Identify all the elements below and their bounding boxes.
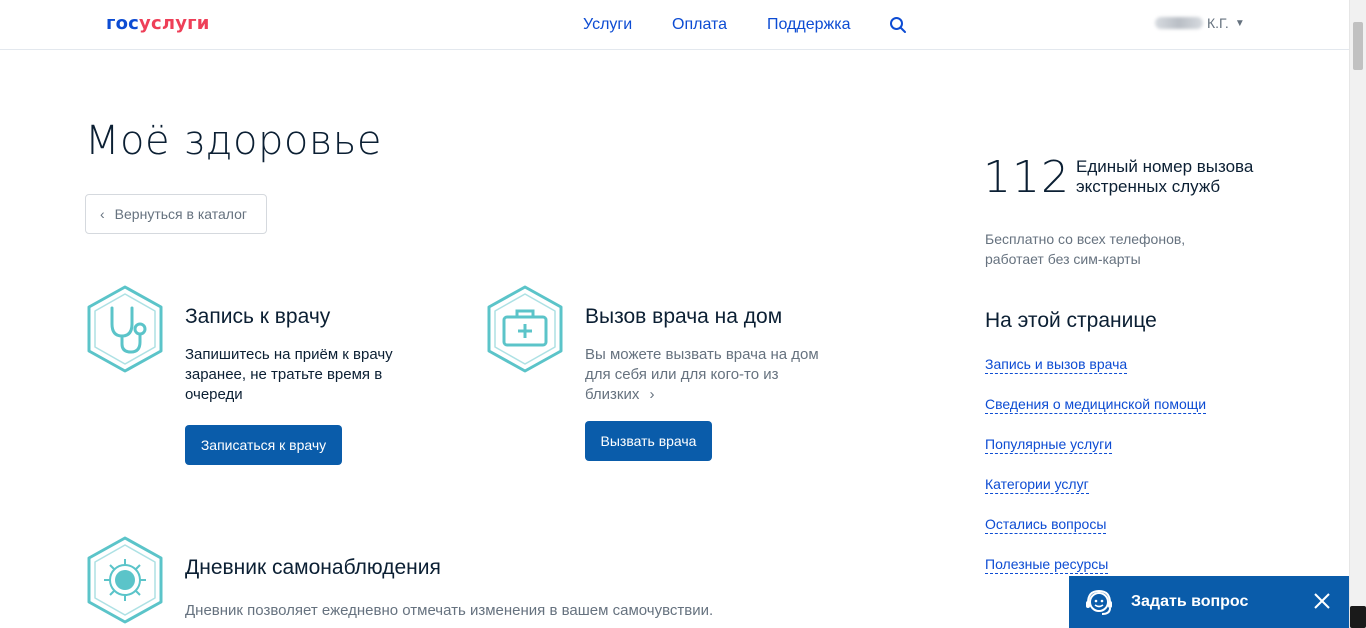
toc-link-medical-info[interactable]: Сведения о медицинской помощи (985, 396, 1207, 414)
back-to-catalog-button[interactable]: ‹ Вернуться в каталог (85, 194, 267, 234)
card-title-home-visit: Вызов врача на дом (585, 305, 783, 328)
card-desc-diary: Дневник позволяет ежедневно отмечать изм… (185, 602, 714, 619)
chevron-right-icon[interactable]: › (650, 386, 655, 403)
chevron-left-icon: ‹ (100, 206, 105, 222)
stethoscope-icon (87, 285, 163, 373)
call-doctor-button[interactable]: Вызвать врача (585, 421, 712, 461)
card-title-appointment: Запись к врачу (185, 305, 331, 328)
toc-link-popular[interactable]: Популярные услуги (985, 436, 1113, 454)
support-agent-icon (1086, 589, 1112, 615)
user-name-redacted (1155, 17, 1203, 29)
search-icon[interactable] (889, 16, 907, 34)
chevron-down-icon: ▼ (1234, 17, 1245, 29)
site-header: госуслуги Услуги Оплата Поддержка К.Г. ▼ (0, 0, 1349, 50)
card-title-diary: Дневник самонаблюдения (185, 556, 441, 579)
close-icon[interactable] (1313, 592, 1331, 610)
gosuslugi-logo[interactable]: госуслуги (106, 13, 210, 34)
nav-support[interactable]: Поддержка (767, 16, 850, 34)
back-button-label: Вернуться в каталог (114, 206, 247, 222)
card-desc-appointment: Запишитесь на приём к врачу заранее, не … (185, 346, 393, 403)
page-title: Моё здоровье (85, 118, 382, 164)
taskbar-app-icon[interactable] (1350, 606, 1366, 628)
book-doctor-button[interactable]: Записаться к врачу (185, 425, 342, 465)
nav-payment[interactable]: Оплата (672, 16, 727, 34)
scrollbar[interactable] (1349, 0, 1366, 628)
virus-icon (87, 536, 163, 624)
scrollbar-thumb[interactable] (1353, 22, 1363, 70)
medical-kit-icon (487, 285, 563, 373)
ask-question-label: Задать вопрос (1131, 593, 1249, 610)
toc-link-categories[interactable]: Категории услуг (985, 476, 1089, 494)
emergency-label: Единый номер вызова экстренных служб (1076, 157, 1254, 196)
logo-part-gos: гос (106, 13, 140, 34)
toc-link-resources[interactable]: Полезные ресурсы (985, 556, 1109, 574)
emergency-number: 112 (983, 152, 1070, 203)
user-initials: К.Г. (1207, 15, 1229, 31)
user-menu[interactable]: К.Г. ▼ (1155, 15, 1245, 31)
emergency-note: Бесплатно со всех телефонов, работает бе… (985, 231, 1186, 267)
card-desc-home-visit: Вы можете вызвать врача на дом для себя … (585, 345, 835, 405)
nav-services[interactable]: Услуги (583, 16, 632, 34)
toc-title: На этой странице (985, 309, 1157, 332)
card-desc-home-visit-text: Вы можете вызвать врача на дом для себя … (585, 346, 819, 403)
ask-question-widget[interactable]: Задать вопрос (1069, 576, 1349, 628)
toc-link-questions[interactable]: Остались вопросы (985, 516, 1107, 534)
logo-part-uslugi: услуги (139, 13, 210, 34)
toc-link-appointment[interactable]: Запись и вызов врача (985, 356, 1128, 374)
